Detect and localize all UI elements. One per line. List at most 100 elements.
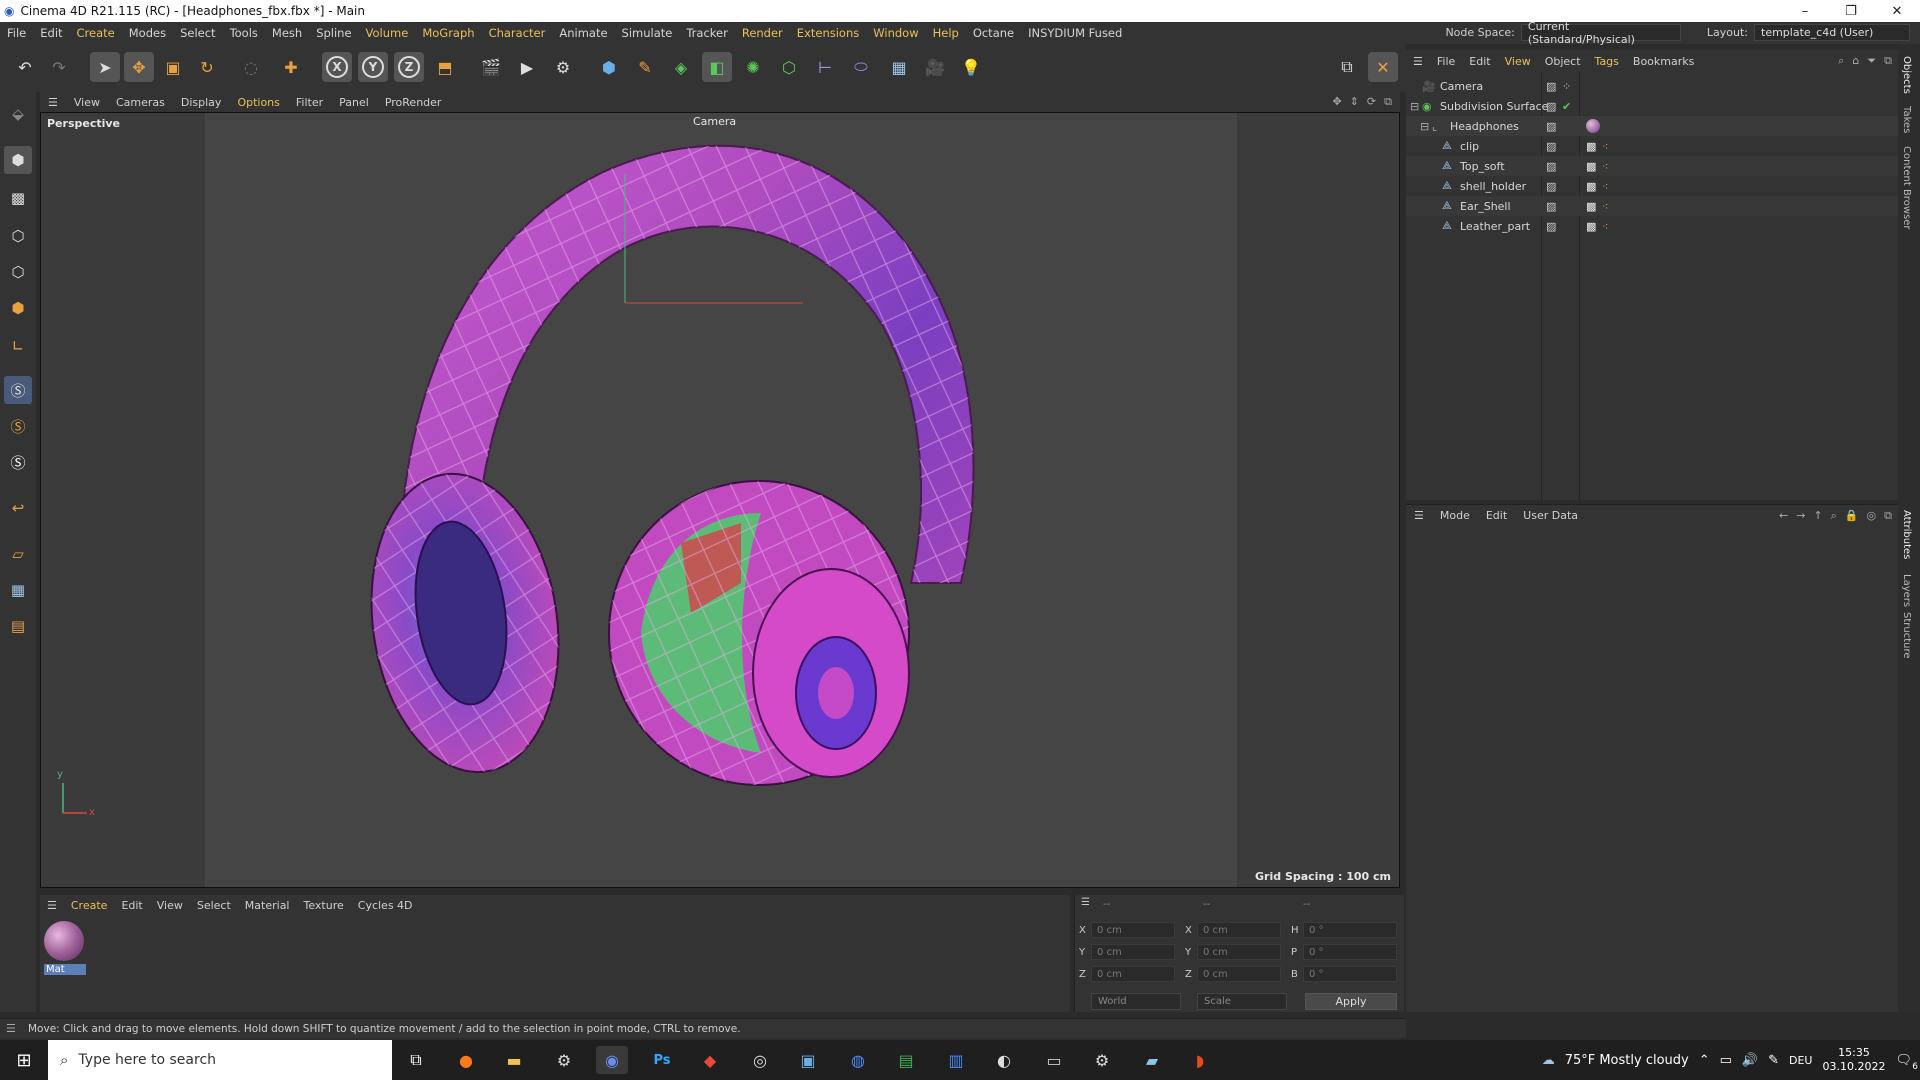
generator-icon[interactable]: ◧ — [702, 52, 732, 82]
am-mode-menu[interactable]: Mode — [1432, 509, 1478, 522]
headphones-model[interactable] — [41, 113, 1400, 888]
subdivision-icon[interactable]: ◈ — [666, 52, 696, 82]
viewport-perspective[interactable]: Perspective Camera y x Grid Spacing: 10… — [40, 112, 1400, 888]
menu-volume[interactable]: Volume — [359, 26, 416, 40]
viewport-display-menu[interactable]: Display — [173, 96, 230, 109]
mm-material-menu[interactable]: Material — [238, 899, 297, 912]
task-view-icon[interactable]: ⧉ — [400, 1046, 432, 1074]
size-mode-dropdown[interactable]: Scale — [1197, 993, 1287, 1010]
edges-mode-icon[interactable]: ⬡ — [4, 258, 32, 286]
menu-create[interactable]: Create — [70, 26, 122, 40]
viewport-prorender-menu[interactable]: ProRender — [377, 96, 450, 109]
apply-button[interactable]: Apply — [1305, 993, 1397, 1010]
mm-menu-icon[interactable]: ☰ — [40, 899, 64, 912]
texture-mode-icon[interactable]: ▩ — [4, 184, 32, 212]
size-y-field[interactable]: 0 cm — [1197, 944, 1281, 960]
position-y-field[interactable]: 0 cm — [1091, 944, 1175, 960]
enabled-check-icon[interactable]: ✔ — [1562, 100, 1571, 113]
app-icon[interactable]: ▭ — [1038, 1046, 1070, 1074]
object-row-headphones[interactable]: ⊟ ⌞ Headphones ▨ — [1406, 116, 1900, 136]
chevron-up-icon[interactable]: ⌃ — [1699, 1053, 1710, 1068]
model-mode-icon[interactable]: ⬢ — [4, 146, 32, 174]
polygons-mode-icon[interactable]: ⬢ — [4, 294, 32, 322]
mm-texture-menu[interactable]: Texture — [296, 899, 350, 912]
selection-tag-icon[interactable]: ⁖ — [1602, 200, 1608, 213]
tab-layers[interactable]: Layers — [1901, 574, 1912, 607]
am-edit-menu[interactable]: Edit — [1478, 509, 1515, 522]
node-space-dropdown[interactable]: Current (Standard/Physical) — [1520, 20, 1681, 46]
visibility-toggle-icon[interactable]: ▨ — [1546, 180, 1556, 193]
move-tool-icon[interactable]: ✥ — [124, 52, 154, 82]
x-axis-lock[interactable]: X — [322, 52, 352, 82]
rotation-p-field[interactable]: 0 ° — [1303, 944, 1397, 960]
uvw-tag-icon[interactable]: ▩ — [1586, 220, 1596, 233]
app-icon[interactable]: ◐ — [988, 1046, 1020, 1074]
weather-text[interactable]: 75°F Mostly cloudy — [1565, 1053, 1689, 1068]
minimize-button[interactable]: – — [1782, 0, 1828, 22]
volume-icon[interactable]: 🔊 — [1742, 1053, 1758, 1068]
am-lock-icon[interactable]: 🔒 — [1845, 509, 1859, 523]
status-menu-icon[interactable]: ☰ — [6, 1022, 16, 1035]
layout-switch-icon[interactable]: ⧉ — [1332, 52, 1362, 82]
menu-window[interactable]: Window — [866, 26, 925, 40]
spreadsheet-icon[interactable]: ▤ — [890, 1046, 922, 1074]
light-icon[interactable]: 💡 — [956, 52, 986, 82]
am-search-icon[interactable]: ⌕ — [1831, 509, 1837, 523]
app-icon[interactable]: ▰ — [1136, 1046, 1168, 1074]
om-edit-menu[interactable]: Edit — [1462, 55, 1497, 68]
file-explorer-icon[interactable]: ▬ — [498, 1046, 530, 1074]
y-axis-lock[interactable]: Y — [358, 52, 388, 82]
pen-icon[interactable]: ✎ — [630, 52, 660, 82]
network-icon[interactable]: ▭ — [1720, 1053, 1732, 1068]
am-new-window-icon[interactable]: ⧉ — [1884, 509, 1892, 523]
scale-tool-icon[interactable]: ▣ — [158, 52, 188, 82]
menu-simulate[interactable]: Simulate — [615, 26, 680, 40]
object-row-leather-part[interactable]: ⟁ Leather_part ▨ ▩ ⁖ — [1406, 216, 1900, 236]
magnet-icon[interactable]: ↩ — [4, 494, 32, 522]
tab-takes[interactable]: Takes — [1901, 106, 1912, 133]
mograph-icon[interactable]: ⬡ — [774, 52, 804, 82]
viewport-orbit-icon[interactable]: ⟳ — [1367, 95, 1376, 109]
app-icon[interactable]: ◗ — [1184, 1046, 1216, 1074]
recent-tool-icon[interactable]: ◌ — [236, 52, 266, 82]
deformer-icon[interactable]: ⊢ — [810, 52, 840, 82]
material-swatch[interactable]: Mat — [44, 921, 86, 985]
camera-icon[interactable]: 🎥 — [920, 52, 950, 82]
menu-octane[interactable]: Octane — [966, 26, 1021, 40]
quantize-icon[interactable]: Ⓢ — [4, 448, 32, 476]
z-axis-lock[interactable]: Z — [394, 52, 424, 82]
menu-animate[interactable]: Animate — [552, 26, 614, 40]
tab-structure[interactable]: Structure — [1901, 612, 1912, 659]
om-menu-icon[interactable]: ☰ — [1406, 55, 1430, 68]
field-icon[interactable]: ⬭ — [846, 52, 876, 82]
om-filter-icon[interactable]: ⏷ — [1867, 54, 1876, 68]
visibility-toggle-icon[interactable]: ▨ — [1546, 80, 1556, 93]
position-z-field[interactable]: 0 cm — [1091, 966, 1175, 982]
uvw-tag-icon[interactable]: ▩ — [1586, 180, 1596, 193]
restore-button[interactable]: ❐ — [1828, 0, 1874, 22]
tab-content-browser[interactable]: Content Browser — [1901, 146, 1912, 229]
rotate-tool-icon[interactable]: ↻ — [192, 52, 222, 82]
mm-create-menu[interactable]: Create — [64, 899, 115, 912]
menu-character[interactable]: Character — [482, 26, 553, 40]
tab-objects[interactable]: Objects — [1901, 56, 1912, 94]
app-icon[interactable]: ▣ — [792, 1046, 824, 1074]
photoshop-icon[interactable]: Ps — [646, 1046, 678, 1074]
object-row-ear-shell[interactable]: ⟁ Ear_Shell ▨ ▩ ⁖ — [1406, 196, 1900, 216]
selection-tag-icon[interactable]: ⁖ — [1602, 140, 1608, 153]
object-row-camera[interactable]: 🎥 Camera ▨ ⁘ — [1406, 76, 1900, 96]
chrome-icon[interactable]: ◍ — [842, 1046, 874, 1074]
menu-render[interactable]: Render — [735, 26, 790, 40]
visibility-toggle-icon[interactable]: ▨ — [1546, 200, 1556, 213]
uvw-tag-icon[interactable]: ▩ — [1586, 140, 1596, 153]
undo-icon[interactable]: ↶ — [10, 52, 40, 82]
collapse-icon[interactable]: ⊟ — [1420, 120, 1429, 133]
viewport-pan-icon[interactable]: ✥ — [1332, 95, 1341, 109]
visibility-toggle-icon[interactable]: ▨ — [1546, 100, 1556, 113]
uvw-tag-icon[interactable]: ▩ — [1586, 160, 1596, 173]
pen-icon[interactable]: ✎ — [1768, 1053, 1779, 1068]
taskbar-search-box[interactable]: ⌕ Type here to search — [48, 1040, 392, 1080]
menu-mesh[interactable]: Mesh — [265, 26, 309, 40]
axis-mode-icon[interactable]: ∟ — [4, 332, 32, 360]
am-back-icon[interactable]: ← — [1779, 509, 1788, 523]
